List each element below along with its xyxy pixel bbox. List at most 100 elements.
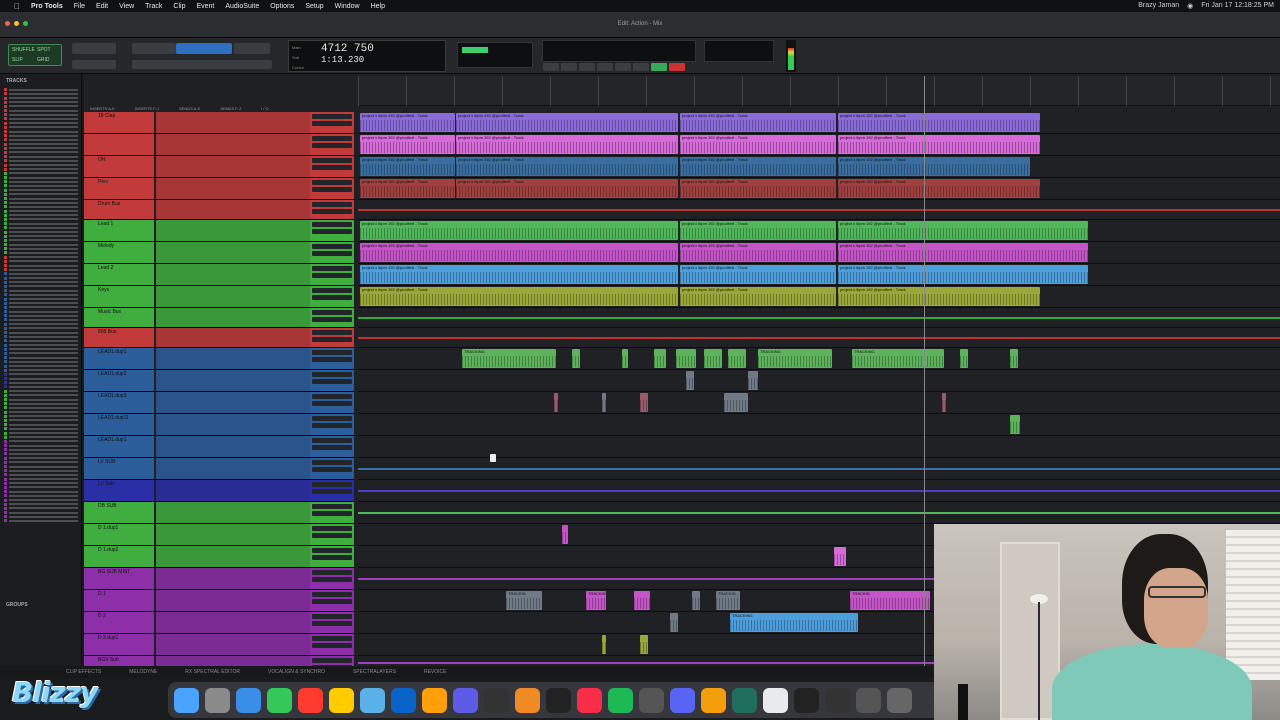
safari-icon[interactable]: [236, 687, 261, 713]
track-lane[interactable]: project x ibpm 192 @prodfeel - Track proj…: [358, 156, 1280, 178]
playhead-cursor[interactable]: [924, 76, 925, 668]
tracks-list-item[interactable]: [4, 314, 78, 318]
track-name[interactable]: D 1.dup2: [84, 546, 154, 555]
track-io[interactable]: [310, 220, 354, 242]
tab-melodyne[interactable]: MELODYNE: [129, 669, 157, 675]
tracks-list-item[interactable]: [4, 431, 78, 435]
tracks-list-item[interactable]: [4, 351, 78, 355]
track-name[interactable]: Perc: [84, 178, 154, 187]
tracks-list-item[interactable]: [4, 502, 78, 506]
fl-icon[interactable]: [515, 687, 540, 713]
track-io[interactable]: [310, 178, 354, 200]
tracks-list-item[interactable]: [4, 448, 78, 452]
track-name-plate[interactable]: D 2.dup1: [84, 634, 154, 656]
track-io[interactable]: [310, 612, 354, 634]
tracks-list-item[interactable]: [4, 305, 78, 309]
tracks-list-item[interactable]: [4, 439, 78, 443]
mode-spot[interactable]: SPOT: [37, 47, 51, 53]
track-name-plate[interactable]: LEAD1.dup1: [84, 348, 154, 370]
tracks-list-item[interactable]: [4, 217, 78, 221]
track-inserts[interactable]: [156, 264, 310, 286]
tracks-list-item[interactable]: [4, 410, 78, 414]
audio-clip[interactable]: [572, 349, 580, 368]
finder-icon[interactable]: [174, 687, 199, 713]
track-name-plate[interactable]: 18 Clap: [84, 112, 154, 134]
track-name-plate[interactable]: DB SUB: [84, 502, 154, 524]
audio-clip[interactable]: [602, 635, 606, 654]
menu-clip[interactable]: Clip: [173, 3, 185, 10]
tracks-list-item[interactable]: [4, 180, 78, 184]
timeline-ruler[interactable]: [358, 76, 1280, 106]
track-name[interactable]: LV Sub: [84, 480, 154, 489]
books-icon[interactable]: [701, 687, 726, 713]
audio-clip[interactable]: TRACKING: [758, 349, 832, 368]
audio-clip[interactable]: project x ibpm 192 @prodfeel - Track: [360, 135, 455, 154]
track-inserts[interactable]: [156, 328, 310, 348]
tracks-list-item[interactable]: [4, 381, 78, 385]
tracks-list-item[interactable]: [4, 322, 78, 326]
track-name-plate[interactable]: BG SUB MIST: [84, 568, 154, 590]
chrome-icon[interactable]: [763, 687, 788, 713]
menu-audiosuite[interactable]: AudioSuite: [225, 3, 259, 10]
menu-app[interactable]: Pro Tools: [31, 3, 63, 10]
tracks-list-item[interactable]: [4, 284, 78, 288]
track-inserts[interactable]: [156, 200, 310, 220]
tracks-list-item[interactable]: [4, 243, 78, 247]
tracks-list-item[interactable]: [4, 485, 78, 489]
tab-spectralayers[interactable]: SPECTRALAYERS: [353, 669, 396, 675]
tracks-list-item[interactable]: [4, 360, 78, 364]
messages-icon[interactable]: [267, 687, 292, 713]
online-button[interactable]: [543, 63, 559, 71]
tracks-list-item[interactable]: [4, 444, 78, 448]
tracks-list-item[interactable]: [4, 343, 78, 347]
tracks-list-item[interactable]: [4, 310, 78, 314]
track-inserts[interactable]: [156, 458, 310, 480]
track-lane[interactable]: project x ibpm 192 @prodfeel - Track proj…: [358, 112, 1280, 134]
tracks-list-item[interactable]: [4, 469, 78, 473]
track-name-plate[interactable]: LEAD1.dup11: [84, 414, 154, 436]
tracks-list-item[interactable]: [4, 176, 78, 180]
track-inserts[interactable]: [156, 286, 310, 308]
track-name[interactable]: LEAD1.dup2: [84, 370, 154, 379]
track-inserts[interactable]: [156, 134, 310, 156]
track-inserts[interactable]: [156, 634, 310, 656]
track-name[interactable]: D 2: [84, 612, 154, 621]
tracks-list-item[interactable]: [4, 100, 78, 104]
audio-clip[interactable]: project x ibpm 192 @prodfeel - Track: [456, 113, 678, 132]
track-lane[interactable]: project x ibpm 192 @prodfeel - Track proj…: [358, 242, 1280, 264]
track-name[interactable]: LEAD1.dup1: [84, 348, 154, 357]
audio-clip[interactable]: TRACKING: [462, 349, 556, 368]
tracks-list-item[interactable]: [4, 418, 78, 422]
audio-clip[interactable]: [670, 613, 678, 632]
track-lane[interactable]: project x ibpm 192 @prodfeel - Track proj…: [358, 134, 1280, 156]
tracks-list-item[interactable]: [4, 490, 78, 494]
track-name-plate[interactable]: Lead 1: [84, 220, 154, 242]
pencil-tool-icon[interactable]: [234, 43, 270, 54]
tab-vocalign[interactable]: VOCALIGN & SYNCHRO: [268, 669, 325, 675]
tracks-list-item[interactable]: [4, 104, 78, 108]
piano-icon[interactable]: [546, 687, 571, 713]
tempo-meter-display[interactable]: [704, 40, 774, 62]
tracks-list-item[interactable]: [4, 171, 78, 175]
tab-revoice[interactable]: REVOICE: [424, 669, 447, 675]
tracks-list-item[interactable]: [4, 280, 78, 284]
track-name[interactable]: DB SUB: [84, 502, 154, 511]
tracks-list-item[interactable]: [4, 276, 78, 280]
rewind-button[interactable]: [579, 63, 595, 71]
track-io[interactable]: [310, 112, 354, 134]
tracks-list-item[interactable]: [4, 109, 78, 113]
audio-clip[interactable]: [640, 393, 648, 412]
audio-clip[interactable]: [960, 349, 968, 368]
track-inserts[interactable]: [156, 546, 310, 568]
track-lane[interactable]: [358, 414, 1280, 436]
track-lane[interactable]: [358, 200, 1280, 220]
track-name[interactable]: D 2.dup1: [84, 634, 154, 643]
grid-nudge-display[interactable]: [457, 42, 533, 68]
track-lane[interactable]: [358, 480, 1280, 502]
track-name-plate[interactable]: D 1.dup1: [84, 524, 154, 546]
track-inserts[interactable]: [156, 612, 310, 634]
tracks-list-item[interactable]: [4, 385, 78, 389]
audio-clip[interactable]: project x ibpm 192 @prodfeel - Track: [360, 113, 455, 132]
tracks-list-item[interactable]: [4, 222, 78, 226]
track-name-plate[interactable]: Keys: [84, 286, 154, 308]
